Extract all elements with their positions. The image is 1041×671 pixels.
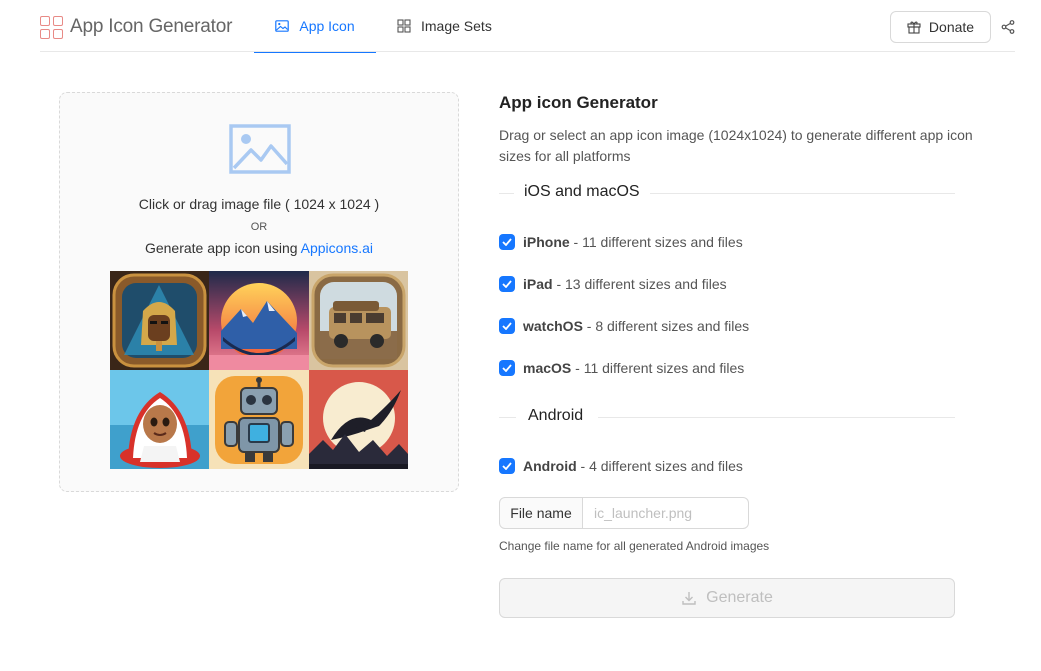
- download-icon: [682, 592, 696, 605]
- ios-section-title: iOS and macOS: [524, 183, 640, 200]
- option-name: watchOS: [523, 318, 583, 334]
- panel-description: Drag or select an app icon image (1024x1…: [499, 127, 973, 164]
- image-placeholder-icon: [229, 124, 291, 174]
- filename-group: File name: [499, 497, 749, 529]
- option-desc: - 11 different sizes and files: [571, 360, 745, 376]
- filename-hint: Change file name for all generated Andro…: [499, 539, 770, 553]
- appicons-ai-link[interactable]: Appicons.ai: [301, 240, 373, 256]
- tab-image-sets-label: Image Sets: [421, 18, 492, 34]
- option-desc: - 4 different sizes and files: [576, 458, 743, 474]
- image-dropzone[interactable]: Click or drag image file ( 1024 x 1024 )…: [59, 92, 459, 492]
- tab-app-icon[interactable]: App Icon: [254, 0, 376, 53]
- checkbox-checked-icon: [499, 276, 515, 292]
- robot-icon: [209, 370, 309, 469]
- android-section-title: Android: [528, 407, 584, 424]
- filename-label: File name: [499, 497, 583, 529]
- checkbox-checked-icon: [499, 234, 515, 250]
- pharaoh-icon: [110, 271, 209, 370]
- brand-title: App Icon Generator: [70, 16, 233, 37]
- share-icon[interactable]: [1000, 19, 1016, 35]
- checkbox-ipad[interactable]: iPad - 13 different sizes and files: [499, 274, 727, 294]
- option-desc: - 11 different sizes and files: [569, 234, 743, 250]
- camper-van-icon: [309, 271, 408, 370]
- brand[interactable]: App Icon Generator: [40, 15, 232, 39]
- checkbox-android[interactable]: Android - 4 different sizes and files: [499, 456, 743, 476]
- upload-instruction: Click or drag image file ( 1024 x 1024 ): [138, 196, 380, 212]
- ios-section-divider: iOS and macOS: [499, 183, 955, 203]
- option-name: iPad: [523, 276, 553, 292]
- eagle-sunset-icon: [309, 370, 408, 469]
- nun-avatar-icon: [110, 370, 209, 469]
- checkbox-checked-icon: [499, 318, 515, 334]
- checkbox-macos[interactable]: macOS - 11 different sizes and files: [499, 358, 744, 378]
- picture-icon: [275, 20, 290, 32]
- tab-app-icon-label: App Icon: [299, 18, 355, 34]
- checkbox-watchos[interactable]: watchOS - 8 different sizes and files: [499, 316, 749, 336]
- filename-input[interactable]: [583, 497, 749, 529]
- grid-icon: [397, 19, 411, 33]
- option-desc: - 13 different sizes and files: [552, 276, 727, 292]
- checkbox-iphone[interactable]: iPhone - 11 different sizes and files: [499, 232, 743, 252]
- option-name: Android: [523, 458, 577, 474]
- mountain-sunset-icon: [209, 271, 309, 370]
- option-desc: - 8 different sizes and files: [582, 318, 750, 334]
- upload-or-text: OR: [250, 221, 268, 233]
- app-header: App Icon Generator App Icon Image Sets D…: [0, 0, 1041, 53]
- tab-image-sets[interactable]: Image Sets: [397, 0, 492, 52]
- generate-label: Generate: [706, 589, 773, 606]
- option-name: iPhone: [523, 234, 570, 250]
- grid-logo-icon: [40, 15, 64, 39]
- donate-label: Donate: [928, 19, 975, 35]
- checkbox-checked-icon: [499, 360, 515, 376]
- checkbox-checked-icon: [499, 458, 515, 474]
- generate-button[interactable]: Generate: [499, 578, 955, 618]
- gift-icon: [907, 21, 921, 34]
- option-name: macOS: [523, 360, 572, 376]
- header-divider: [40, 51, 1015, 52]
- panel-title: App icon Generator: [499, 93, 658, 112]
- sample-icons-grid: [110, 271, 408, 469]
- android-section-divider: Android: [499, 407, 955, 427]
- generate-prefix: Generate app icon using: [144, 240, 301, 256]
- donate-button[interactable]: Donate: [890, 11, 991, 43]
- generate-with-ai-text: Generate app icon using Appicons.ai: [60, 240, 458, 256]
